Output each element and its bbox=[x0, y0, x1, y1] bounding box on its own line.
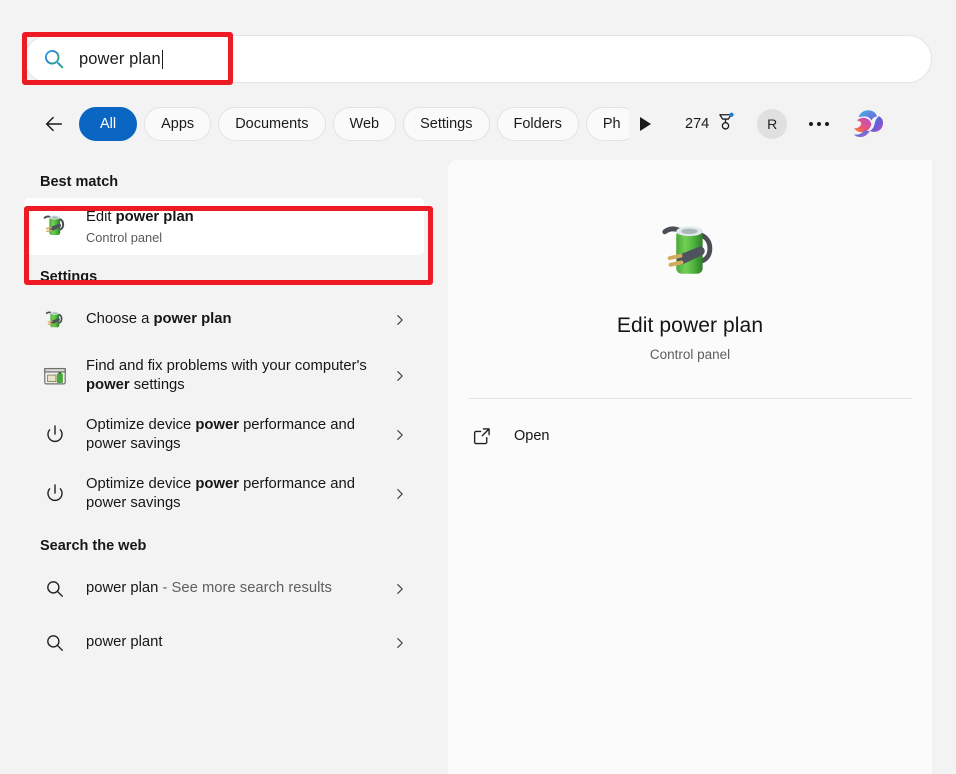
best-match-text: Edit power plan Control panel bbox=[86, 208, 410, 245]
tab-label: Web bbox=[350, 116, 380, 132]
scroll-right-icon[interactable] bbox=[631, 107, 659, 141]
settings-result-optimize-device-power-1[interactable]: Optimize device power performance and po… bbox=[24, 406, 424, 465]
web-item-text: power plant bbox=[86, 633, 380, 653]
rewards-count: 274 bbox=[685, 116, 709, 132]
search-input[interactable]: power plan bbox=[25, 36, 931, 82]
copilot-icon[interactable] bbox=[851, 105, 889, 143]
avatar[interactable]: R bbox=[757, 109, 787, 139]
search-icon bbox=[42, 630, 68, 656]
power-button-icon bbox=[42, 481, 68, 507]
settings-result-choose-a-power-plan[interactable]: Choose a power plan bbox=[24, 293, 424, 347]
power-plan-icon bbox=[42, 307, 68, 333]
results-list: Best match bbox=[0, 160, 448, 774]
open-action-button[interactable]: Open bbox=[464, 413, 916, 459]
chevron-right-icon bbox=[390, 425, 410, 445]
chevron-right-icon bbox=[390, 484, 410, 504]
more-options-icon[interactable] bbox=[807, 114, 831, 134]
avatar-initial: R bbox=[767, 116, 777, 132]
best-match-header: Best match bbox=[0, 160, 448, 198]
detail-subtitle: Control panel bbox=[448, 347, 932, 362]
dot bbox=[817, 122, 821, 126]
chevron-right-icon bbox=[390, 579, 410, 599]
search-the-web-header: Search the web bbox=[0, 524, 448, 562]
detail-panel: Edit power plan Control panel Open bbox=[448, 160, 932, 774]
divider bbox=[468, 398, 912, 399]
power-plan-icon bbox=[650, 212, 730, 292]
search-input-value: power plan bbox=[79, 50, 161, 69]
tab-documents[interactable]: Documents bbox=[218, 107, 325, 141]
tab-settings[interactable]: Settings bbox=[403, 107, 489, 141]
rewards-medal-icon bbox=[716, 112, 735, 136]
settings-item-title: Optimize device power performance and po… bbox=[86, 416, 380, 455]
tabs-scroll-area: All Apps Documents Web Settings Folders … bbox=[79, 100, 629, 148]
settings-item-text: Optimize device power performance and po… bbox=[86, 475, 380, 514]
tab-label: Folders bbox=[514, 116, 562, 132]
chevron-right-icon bbox=[390, 633, 410, 653]
open-external-icon bbox=[470, 424, 494, 448]
filter-tab-strip: All Apps Documents Web Settings Folders … bbox=[0, 100, 956, 148]
chevron-right-icon bbox=[390, 366, 410, 386]
rewards-indicator[interactable]: 274 bbox=[685, 112, 735, 136]
tab-label: All bbox=[100, 116, 116, 132]
tab-photos[interactable]: Ph bbox=[586, 107, 629, 141]
settings-item-text: Find and fix problems with your computer… bbox=[86, 357, 380, 396]
detail-title: Edit power plan bbox=[448, 314, 932, 338]
search-flyout: power plan All Apps Documents Web bbox=[0, 0, 956, 774]
triangle-right-glyph bbox=[640, 117, 651, 131]
tab-label: Settings bbox=[420, 116, 472, 132]
web-item-title: power plan - See more search results bbox=[86, 579, 380, 599]
open-action-label: Open bbox=[514, 428, 549, 444]
tab-apps[interactable]: Apps bbox=[144, 107, 211, 141]
web-result-power-plant[interactable]: power plant bbox=[24, 616, 424, 670]
tab-label: Ph bbox=[603, 116, 621, 132]
settings-item-text: Choose a power plan bbox=[86, 310, 380, 330]
settings-item-title: Find and fix problems with your computer… bbox=[86, 357, 380, 396]
web-result-power-plan[interactable]: power plan - See more search results bbox=[24, 562, 424, 616]
power-button-icon bbox=[42, 422, 68, 448]
search-icon bbox=[43, 48, 65, 70]
search-icon bbox=[42, 576, 68, 602]
settings-header: Settings bbox=[0, 255, 448, 293]
tab-label: Apps bbox=[161, 116, 194, 132]
dot bbox=[809, 122, 813, 126]
chevron-right-icon bbox=[390, 310, 410, 330]
troubleshoot-power-icon bbox=[42, 363, 68, 389]
text-caret bbox=[162, 50, 163, 69]
settings-item-text: Optimize device power performance and po… bbox=[86, 416, 380, 455]
dot bbox=[825, 122, 829, 126]
web-item-text: power plan - See more search results bbox=[86, 579, 380, 599]
tab-all[interactable]: All bbox=[79, 107, 137, 141]
tab-web[interactable]: Web bbox=[333, 107, 397, 141]
selection-indicator bbox=[24, 214, 27, 238]
best-match-subtitle: Control panel bbox=[86, 230, 410, 245]
best-match-result-edit-power-plan[interactable]: Edit power plan Control panel bbox=[24, 198, 424, 255]
tab-label: Documents bbox=[235, 116, 308, 132]
back-arrow-icon[interactable] bbox=[37, 107, 71, 141]
best-match-title: Edit power plan bbox=[86, 208, 410, 228]
tab-folders[interactable]: Folders bbox=[497, 107, 579, 141]
search-bar-container: power plan bbox=[25, 36, 931, 82]
settings-item-title: Optimize device power performance and po… bbox=[86, 475, 380, 514]
web-item-title: power plant bbox=[86, 633, 380, 653]
power-plan-icon bbox=[38, 209, 72, 243]
settings-item-title: Choose a power plan bbox=[86, 310, 380, 330]
settings-result-find-and-fix-power-problems[interactable]: Find and fix problems with your computer… bbox=[24, 347, 424, 406]
settings-result-optimize-device-power-2[interactable]: Optimize device power performance and po… bbox=[24, 465, 424, 524]
